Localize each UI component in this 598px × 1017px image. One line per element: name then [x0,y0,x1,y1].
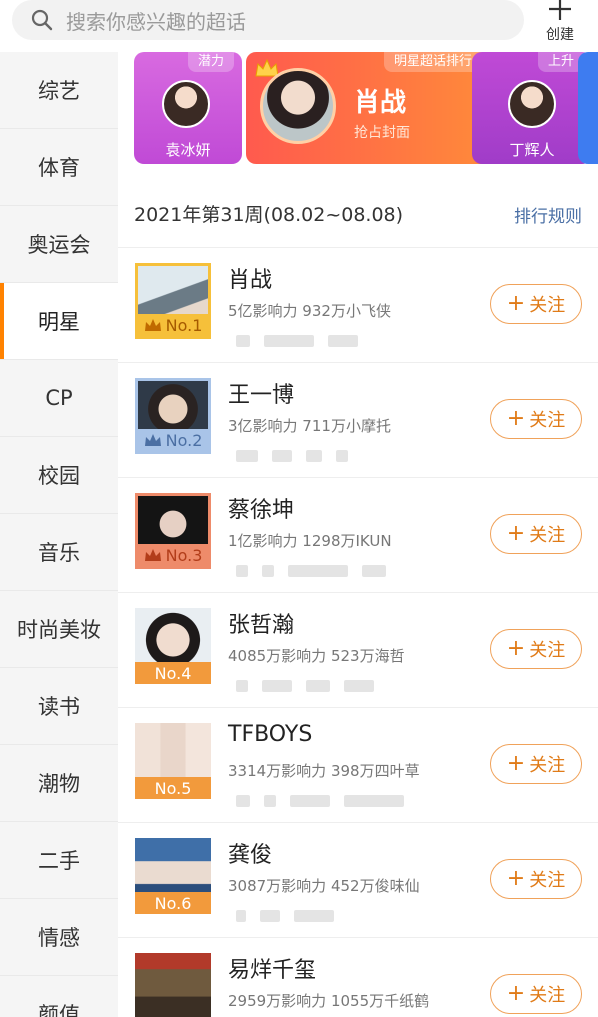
avatar [162,80,210,128]
crown-icon [144,549,161,561]
follow-button[interactable]: + 关注 [490,284,582,324]
sidebar-item-campus[interactable]: 校园 [0,437,118,514]
sidebar-item-secondhand[interactable]: 二手 [0,822,118,899]
star-stats: 2959万影响力 1055万千纸鹤 [228,992,430,1010]
banner-card-rising[interactable]: 上升 丁辉人 [472,52,592,164]
banner-name-right: 丁辉人 [509,141,555,159]
follow-button[interactable]: + 关注 [490,859,582,899]
sidebar-item-reading[interactable]: 读书 [0,668,118,745]
sidebar-item-trends[interactable]: 潮物 [0,745,118,822]
plus-icon: + [506,291,526,316]
search-placeholder: 搜索你感兴趣的超话 [66,9,246,34]
blurred-text [236,562,466,577]
sidebar-item-olympics[interactable]: 奥运会 [0,206,118,283]
ranking-list: No.1 肖战 5亿影响力 932万小飞侠 + 关注 No.2 王一博 3亿影响力… [118,248,598,1017]
week-header: 2021年第31周(08.02~08.08) 排行规则 [118,170,598,248]
avatar: No.2 [135,378,211,454]
follow-button[interactable]: + 关注 [490,514,582,554]
avatar [135,953,211,1017]
week-label: 2021年第31周(08.02~08.08) [134,204,404,226]
list-item[interactable]: No.5 TFBOYS 3314万影响力 398万四叶草 + 关注 [118,708,598,823]
avatar [260,68,336,144]
rank-badge: No.1 [138,314,208,336]
rank-badge: No.3 [138,544,208,566]
crown-icon [144,434,161,446]
star-stats: 3亿影响力 711万小摩托 [228,417,391,435]
star-name[interactable]: 蔡徐坤 [228,492,294,524]
list-item[interactable]: No.1 肖战 5亿影响力 932万小飞侠 + 关注 [118,248,598,363]
plus-icon: + [506,406,526,431]
follow-button[interactable]: + 关注 [490,629,582,669]
star-stats: 3087万影响力 452万俊味仙 [228,877,420,895]
blurred-text [236,447,466,462]
create-label: 创建 [546,27,574,43]
sidebar-item-looks[interactable]: 颜值 [0,976,118,1017]
star-name[interactable]: TFBOYS [228,722,312,747]
banner-card-potential[interactable]: 潜力 袁冰妍 [134,52,242,164]
star-name[interactable]: 肖战 [228,262,272,294]
sidebar-item-variety[interactable]: 综艺 [0,52,118,129]
banner-name-left: 袁冰妍 [165,141,211,159]
sidebar-item-emotion[interactable]: 情感 [0,899,118,976]
blurred-text [236,677,466,692]
blurred-text [236,907,466,922]
avatar: No.5 [135,723,211,799]
plus-icon [549,0,571,20]
plus-icon: + [506,751,526,776]
plus-icon: + [506,636,526,661]
list-item[interactable]: No.2 王一博 3亿影响力 711万小摩托 + 关注 [118,363,598,478]
rank-badge: No.2 [138,429,208,451]
category-sidebar: 综艺 体育 奥运会 明星 CP 校园 音乐 时尚美妆 读书 潮物 二手 情感 颜… [0,52,118,1017]
plus-icon: + [506,981,526,1006]
avatar: No.4 [135,608,211,684]
banner-tag-main: 明星超话排行 [383,52,482,72]
star-stats: 4085万影响力 523万海哲 [228,647,405,665]
rank-badge: No.6 [135,892,211,914]
rank-badge: No.5 [135,777,211,799]
list-item[interactable]: No.4 张哲瀚 4085万影响力 523万海哲 + 关注 [118,593,598,708]
star-name[interactable]: 易烊千玺 [228,952,316,984]
avatar: No.3 [135,493,211,569]
sidebar-item-cp[interactable]: CP [0,360,118,437]
banner-title: 肖战 [354,88,407,118]
blurred-text [236,792,466,807]
sidebar-item-music[interactable]: 音乐 [0,514,118,591]
sidebar-item-sports[interactable]: 体育 [0,129,118,206]
list-item[interactable]: No.6 龚俊 3087万影响力 452万俊味仙 + 关注 [118,823,598,938]
star-stats: 1亿影响力 1298万IKUN [228,532,392,550]
sidebar-item-fashion[interactable]: 时尚美妆 [0,591,118,668]
ranking-banner: 潜力 袁冰妍 明星超话排行 肖战 抢占封面 上升 丁辉人 [118,52,598,170]
avatar: No.1 [135,263,211,339]
top-bar: 搜索你感兴趣的超话 创建 [0,0,598,52]
banner-tag-potential: 潜力 [187,52,234,72]
ranking-rules-link[interactable]: 排行规则 [514,202,582,227]
plus-icon: + [506,866,526,891]
create-button[interactable]: 创建 [532,0,588,50]
follow-button[interactable]: + 关注 [490,399,582,439]
follow-button[interactable]: + 关注 [490,974,582,1014]
crown-icon [144,319,161,331]
banner-card-top[interactable]: 明星超话排行 肖战 抢占封面 [246,52,490,164]
plus-icon: + [506,521,526,546]
blurred-text [236,332,466,347]
star-name[interactable]: 张哲瀚 [228,607,294,639]
star-stats: 5亿影响力 932万小飞侠 [228,302,391,320]
search-bar[interactable]: 搜索你感兴趣的超话 [12,0,524,40]
star-name[interactable]: 王一博 [228,377,294,409]
banner-card-next[interactable] [578,52,598,164]
star-stats: 3314万影响力 398万四叶草 [228,762,420,780]
list-item[interactable]: 易烊千玺 2959万影响力 1055万千纸鹤 + 关注 [118,938,598,1017]
rank-badge: No.4 [135,662,211,684]
search-icon [31,9,53,31]
avatar [508,80,556,128]
star-name[interactable]: 龚俊 [228,837,272,869]
follow-button[interactable]: + 关注 [490,744,582,784]
banner-subtitle: 抢占封面 [354,125,410,141]
avatar: No.6 [135,838,211,914]
list-item[interactable]: No.3 蔡徐坤 1亿影响力 1298万IKUN + 关注 [118,478,598,593]
sidebar-item-stars[interactable]: 明星 [0,283,118,360]
